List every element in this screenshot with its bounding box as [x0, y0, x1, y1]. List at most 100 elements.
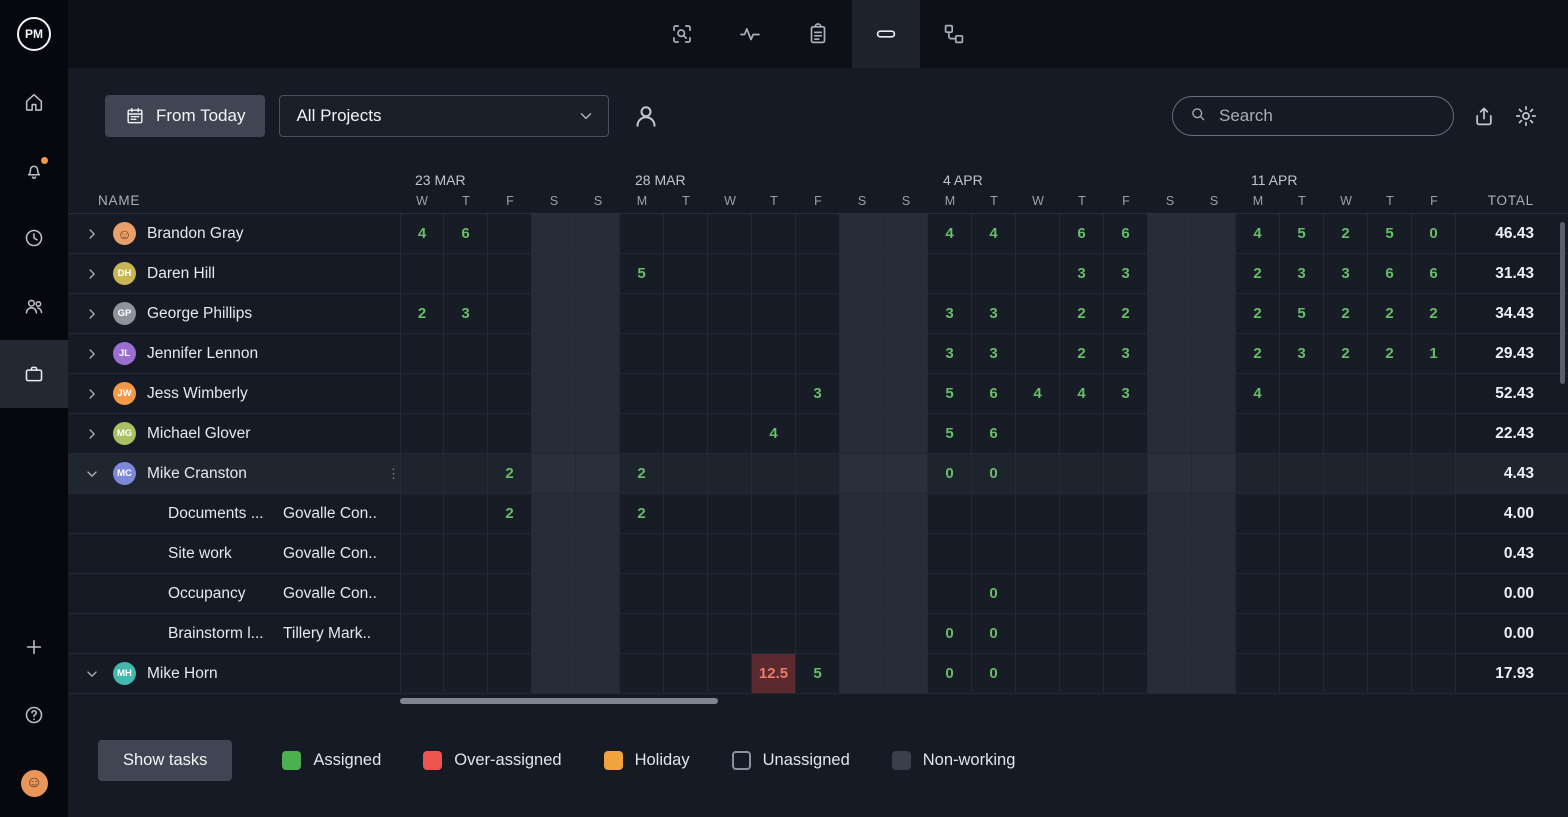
- day-cell[interactable]: [576, 254, 620, 293]
- day-cell[interactable]: [884, 374, 928, 413]
- day-cell[interactable]: [1060, 534, 1104, 573]
- day-cell[interactable]: 4: [928, 214, 972, 253]
- day-cell[interactable]: [796, 534, 840, 573]
- day-cell[interactable]: [532, 214, 576, 253]
- chevron-right-icon[interactable]: [84, 226, 104, 242]
- day-cell[interactable]: [576, 334, 620, 373]
- day-cell[interactable]: 5: [620, 254, 664, 293]
- day-cell[interactable]: [796, 414, 840, 453]
- day-cell[interactable]: [840, 494, 884, 533]
- day-cell[interactable]: [884, 654, 928, 693]
- day-cell[interactable]: [928, 254, 972, 293]
- person-name-cell[interactable]: JLJennifer Lennon: [68, 334, 400, 373]
- day-cell[interactable]: [1104, 614, 1148, 653]
- day-cell[interactable]: [1236, 494, 1280, 533]
- day-cell[interactable]: [576, 574, 620, 613]
- day-cell[interactable]: [1324, 374, 1368, 413]
- day-cell[interactable]: [1104, 534, 1148, 573]
- day-cell[interactable]: [1236, 614, 1280, 653]
- day-cell[interactable]: 4: [752, 414, 796, 453]
- day-cell[interactable]: 0: [972, 614, 1016, 653]
- day-cell[interactable]: [796, 454, 840, 493]
- day-cell[interactable]: [444, 534, 488, 573]
- day-cell[interactable]: 3: [1280, 334, 1324, 373]
- day-cell[interactable]: [400, 574, 444, 613]
- day-cell[interactable]: [972, 494, 1016, 533]
- day-cell[interactable]: [708, 534, 752, 573]
- day-cell[interactable]: [884, 614, 928, 653]
- day-cell[interactable]: [708, 254, 752, 293]
- from-today-button[interactable]: From Today: [105, 95, 265, 137]
- day-cell[interactable]: [488, 574, 532, 613]
- gear-icon[interactable]: [1514, 104, 1538, 128]
- day-cell[interactable]: 3: [1060, 254, 1104, 293]
- day-cell[interactable]: 3: [444, 294, 488, 333]
- day-cell[interactable]: [1236, 654, 1280, 693]
- day-cell[interactable]: [488, 414, 532, 453]
- day-cell[interactable]: [708, 294, 752, 333]
- day-cell[interactable]: [444, 454, 488, 493]
- day-cell[interactable]: [752, 214, 796, 253]
- task-name-cell[interactable]: Site workGovalle Con..: [68, 534, 400, 573]
- day-cell[interactable]: [1060, 414, 1104, 453]
- day-cell[interactable]: [532, 614, 576, 653]
- day-cell[interactable]: 4: [1236, 374, 1280, 413]
- day-cell[interactable]: [444, 374, 488, 413]
- day-cell[interactable]: [1324, 534, 1368, 573]
- day-cell[interactable]: [1104, 454, 1148, 493]
- top-tab-pulse[interactable]: [716, 0, 784, 68]
- day-cell[interactable]: [1368, 614, 1412, 653]
- day-cell[interactable]: 4: [400, 214, 444, 253]
- day-cell[interactable]: [1148, 574, 1192, 613]
- chevron-down-icon[interactable]: [84, 466, 104, 482]
- day-cell[interactable]: [708, 614, 752, 653]
- day-cell[interactable]: [1016, 654, 1060, 693]
- day-cell[interactable]: [488, 654, 532, 693]
- day-cell[interactable]: 0: [972, 574, 1016, 613]
- day-cell[interactable]: 3: [1104, 334, 1148, 373]
- day-cell[interactable]: 3: [972, 334, 1016, 373]
- day-cell[interactable]: [928, 574, 972, 613]
- day-cell[interactable]: 5: [1280, 214, 1324, 253]
- day-cell[interactable]: [664, 654, 708, 693]
- day-cell[interactable]: [1412, 654, 1456, 693]
- day-cell[interactable]: 2: [620, 454, 664, 493]
- day-cell[interactable]: [532, 334, 576, 373]
- day-cell[interactable]: 5: [1368, 214, 1412, 253]
- day-cell[interactable]: [1148, 534, 1192, 573]
- day-cell[interactable]: [708, 414, 752, 453]
- day-cell[interactable]: [576, 454, 620, 493]
- task-name-cell[interactable]: OccupancyGovalle Con..: [68, 574, 400, 613]
- sidebar-item-bell[interactable]: [0, 136, 68, 204]
- day-cell[interactable]: [400, 414, 444, 453]
- day-cell[interactable]: [576, 494, 620, 533]
- vertical-scrollbar[interactable]: [1560, 222, 1565, 384]
- day-cell[interactable]: [752, 374, 796, 413]
- show-tasks-button[interactable]: Show tasks: [98, 740, 232, 781]
- day-cell[interactable]: 3: [1104, 254, 1148, 293]
- day-cell[interactable]: [1236, 454, 1280, 493]
- search-input[interactable]: [1217, 105, 1437, 127]
- day-cell[interactable]: [1412, 454, 1456, 493]
- day-cell[interactable]: [796, 574, 840, 613]
- day-cell[interactable]: [1148, 334, 1192, 373]
- day-cell[interactable]: [1192, 574, 1236, 613]
- day-cell[interactable]: [1368, 454, 1412, 493]
- day-cell[interactable]: 4: [1236, 214, 1280, 253]
- day-cell[interactable]: 6: [1412, 254, 1456, 293]
- day-cell[interactable]: [488, 254, 532, 293]
- day-cell[interactable]: [532, 374, 576, 413]
- day-cell[interactable]: 4: [1060, 374, 1104, 413]
- day-cell[interactable]: [884, 294, 928, 333]
- person-name-cell[interactable]: DHDaren Hill: [68, 254, 400, 293]
- day-cell[interactable]: [1104, 574, 1148, 613]
- day-cell[interactable]: [840, 534, 884, 573]
- day-cell[interactable]: 4: [1016, 374, 1060, 413]
- day-cell[interactable]: 2: [1060, 334, 1104, 373]
- day-cell[interactable]: 3: [796, 374, 840, 413]
- day-cell[interactable]: [1368, 534, 1412, 573]
- day-cell[interactable]: 0: [928, 454, 972, 493]
- day-cell[interactable]: [1368, 374, 1412, 413]
- day-cell[interactable]: [664, 454, 708, 493]
- day-cell[interactable]: 3: [1324, 254, 1368, 293]
